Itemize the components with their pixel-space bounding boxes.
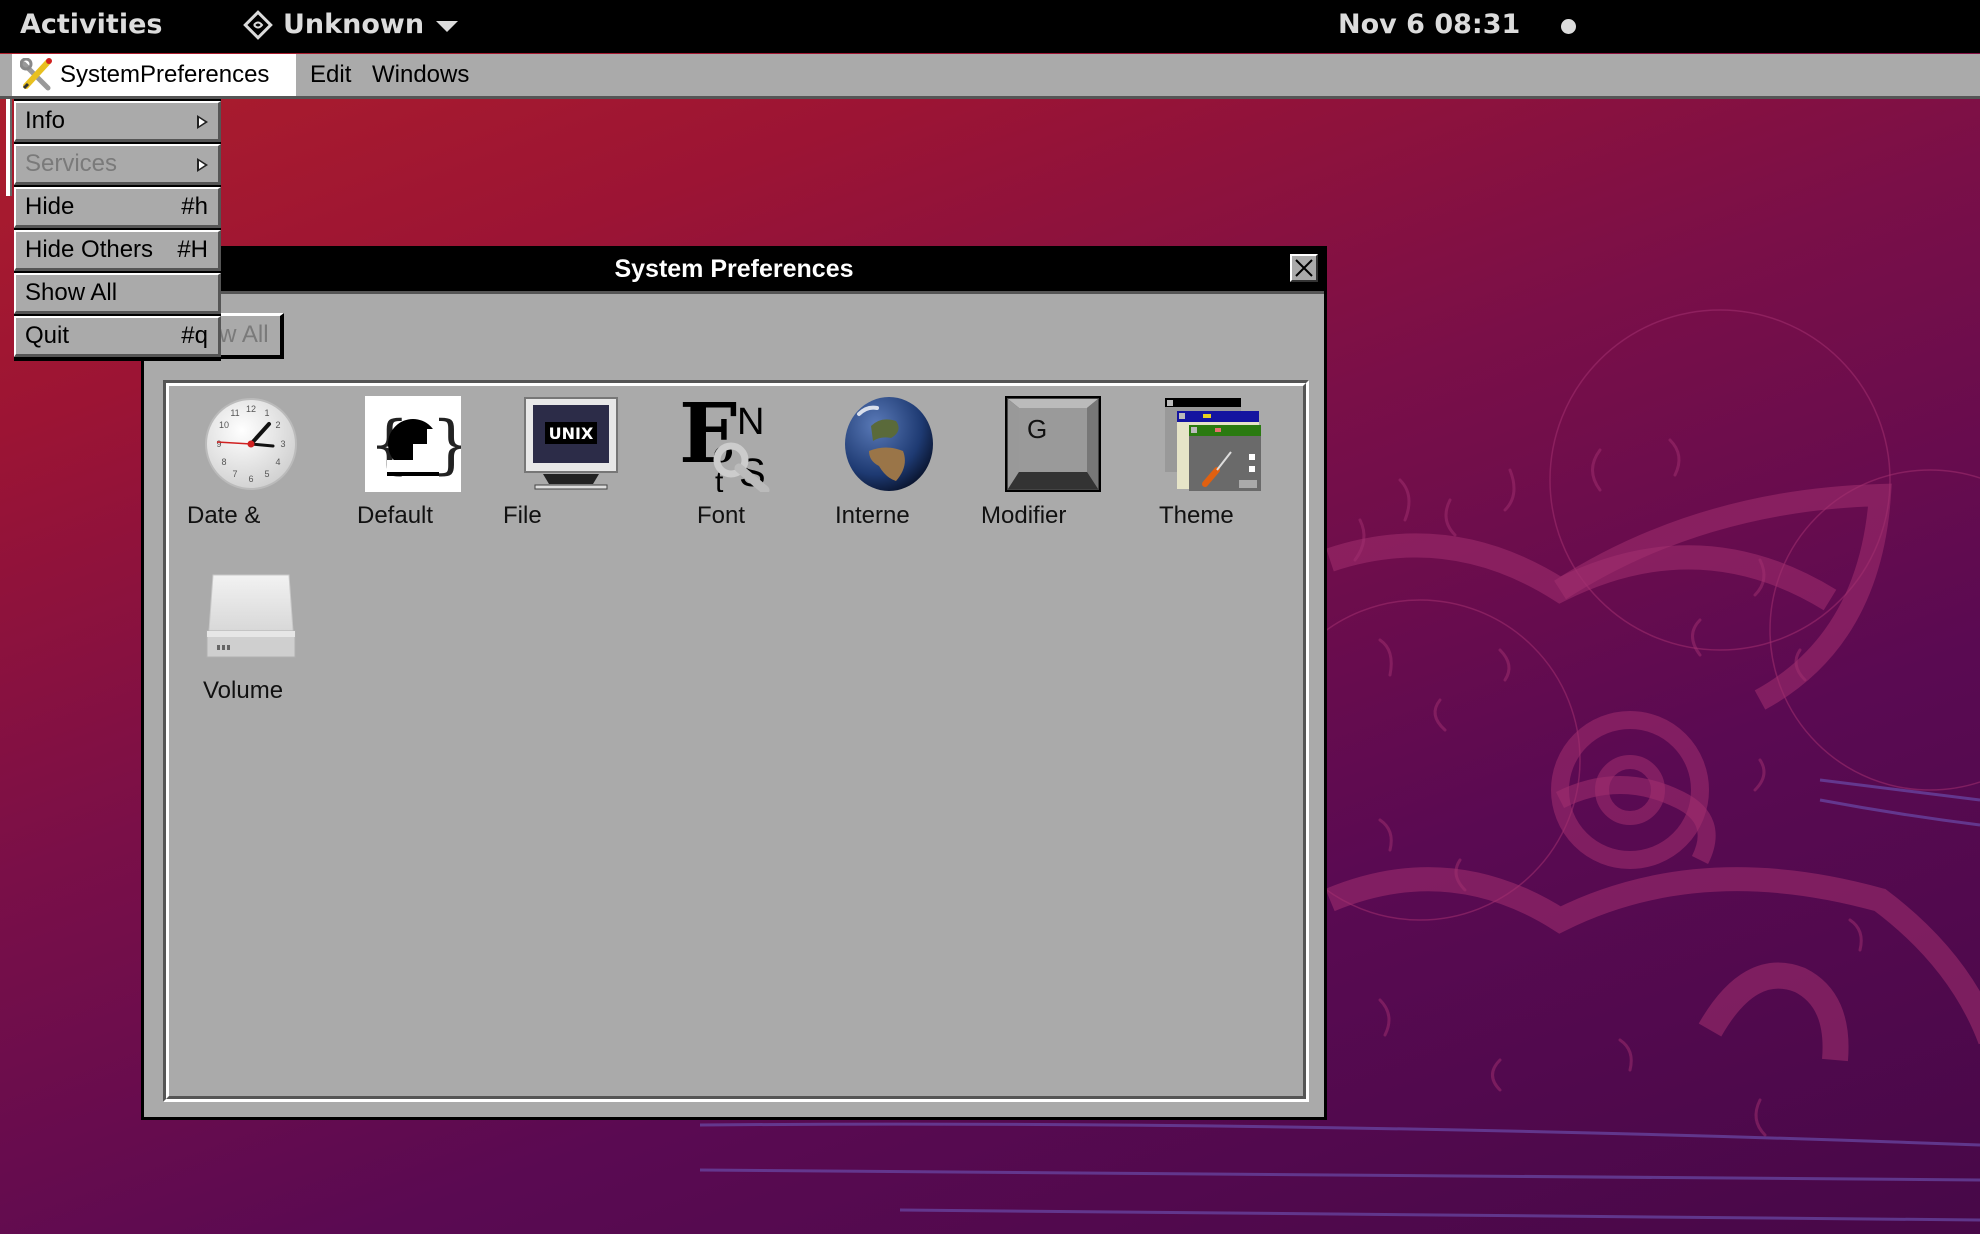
pref-label: Modifier [981, 502, 1067, 529]
app-menu-dropdown: Info Services Hide #h Hide Others #H Sho… [14, 99, 221, 361]
tools-icon [20, 58, 52, 91]
clock[interactable]: Nov 6 08:31 [1338, 9, 1520, 40]
svg-text:9: 9 [216, 439, 221, 449]
gnome-top-bar: Activities Unknown Nov 6 08:31 [0, 0, 1980, 53]
menu-item-shortcut: #H [177, 236, 208, 263]
menu-item-label: Show All [25, 279, 118, 306]
pref-label: Font [697, 502, 746, 529]
key-letter: G [1027, 414, 1047, 444]
menu-item-label: Hide [25, 193, 75, 220]
menu-item-label: Info [25, 107, 66, 134]
globe-icon [845, 397, 933, 491]
clock-icon: 12 123 4567 891011 [205, 398, 297, 490]
pref-label: Volume [203, 677, 284, 704]
svg-text:5: 5 [264, 469, 269, 479]
theme-windows-icon [1165, 398, 1261, 491]
menu-item-services[interactable]: Services [14, 144, 221, 185]
svg-text:8: 8 [221, 457, 226, 467]
menu-item-hide[interactable]: Hide #h [14, 187, 221, 228]
svg-text:6: 6 [248, 474, 253, 484]
pref-themes[interactable]: Theme [1141, 396, 1291, 546]
svg-text:4: 4 [275, 457, 280, 467]
menu-tearoff-strip [6, 99, 12, 196]
menu-item-shortcut: #q [181, 322, 208, 349]
svg-text:3: 3 [280, 439, 285, 449]
app-name: Unknown [283, 9, 425, 40]
window-title: System Preferences [614, 255, 854, 283]
svg-text:11: 11 [230, 408, 239, 418]
defaults-icon: { } [365, 396, 461, 492]
app-menu-button[interactable]: Unknown [243, 9, 459, 40]
pref-label: File [503, 502, 542, 529]
pref-label: Default [357, 502, 434, 529]
submenu-arrow-icon [197, 115, 208, 129]
menu-label: SystemPreferences [60, 61, 270, 88]
svg-text:12: 12 [246, 404, 256, 414]
pref-label: Interne [835, 502, 910, 529]
menu-item-hide-others[interactable]: Hide Others #H [14, 230, 221, 271]
pref-file[interactable]: UNIX File [501, 396, 651, 546]
svg-text:N: N [737, 401, 764, 443]
app-diamond-icon [243, 9, 273, 40]
unix-label: UNIX [549, 424, 594, 443]
menu-item-show-all[interactable]: Show All [14, 273, 221, 314]
menu-item-quit[interactable]: Quit #q [14, 316, 221, 357]
menu-systempreferences[interactable]: SystemPreferences [12, 54, 296, 96]
preferences-grid: 12123 4567 891011 Date & { } [166, 383, 1306, 1099]
pref-volumes[interactable]: Volume [181, 569, 331, 719]
fonts-icon: F N o S t [679, 396, 770, 492]
menu-item-info[interactable]: Info [14, 101, 221, 142]
pref-font[interactable]: F N o S t Font [661, 396, 811, 546]
pref-label: Date & [187, 502, 261, 529]
submenu-arrow-icon [197, 158, 208, 172]
preferences-panel: 12123 4567 891011 Date & { } [163, 380, 1309, 1102]
svg-text:7: 7 [232, 469, 237, 479]
unix-monitor-icon: UNIX [524, 397, 618, 490]
close-button[interactable] [1290, 254, 1318, 282]
drive-icon [206, 574, 296, 658]
pref-internet[interactable]: Interne [821, 396, 971, 546]
keyboard-key-icon: G [1005, 396, 1101, 492]
svg-text:10: 10 [219, 420, 229, 430]
svg-text:2: 2 [275, 420, 280, 430]
menu-edit[interactable]: Edit [300, 54, 361, 96]
menu-windows[interactable]: Windows [362, 54, 479, 96]
svg-text:1: 1 [264, 408, 269, 418]
chevron-down-icon [436, 21, 459, 32]
menu-item-label: Services [25, 150, 118, 177]
pref-label: Theme [1159, 502, 1234, 529]
close-icon [1295, 259, 1313, 277]
pref-defaults[interactable]: { } Default [341, 396, 491, 546]
window-titlebar[interactable]: System Preferences [144, 249, 1324, 294]
menu-item-label: Hide Others [25, 236, 154, 263]
menu-item-label: Quit [25, 322, 70, 349]
activities-button[interactable]: Activities [20, 9, 162, 40]
pref-date-time[interactable]: 12 1 2 3 4567 8 9 10 11 Date & [181, 396, 331, 546]
system-preferences-window: System Preferences Show All 12 1 2 3 4567 8… [141, 246, 1327, 1120]
menu-item-shortcut: #h [181, 193, 208, 220]
status-dot-icon[interactable] [1561, 19, 1576, 34]
pref-modifier-keys[interactable]: G Modifier [981, 396, 1131, 546]
app-menubar: SystemPreferences Edit Windows [0, 54, 1980, 99]
